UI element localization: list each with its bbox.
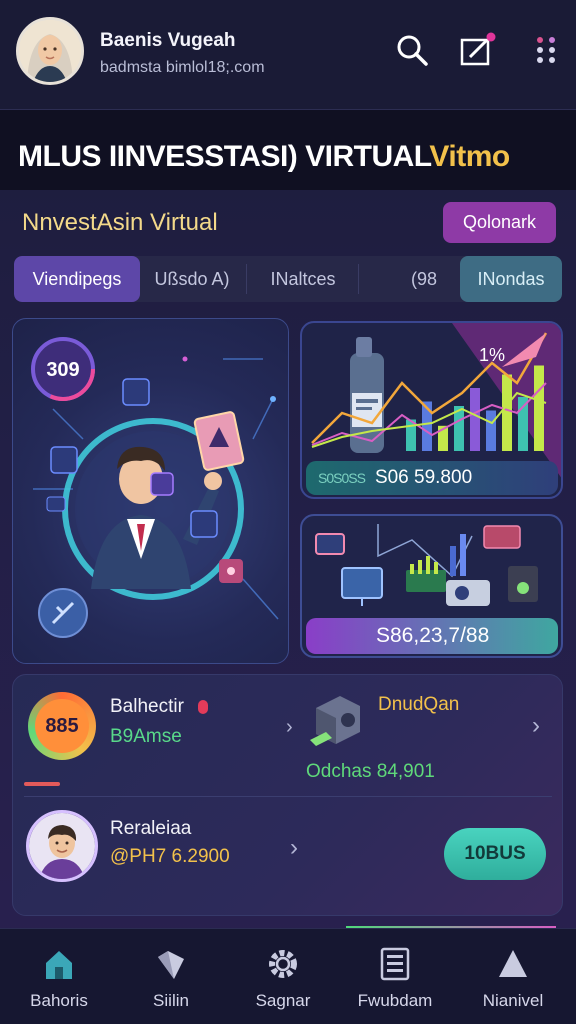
nav-label: Siilin [153,991,189,1010]
row-title: Reraleiaa [110,818,192,839]
chart-value: S06 59.800 [374,467,473,488]
user-name: Baenis Vugeah [100,30,236,51]
row-divider-line [24,782,60,786]
score-badge: 885 [28,692,96,760]
search-icon[interactable] [392,30,432,70]
chevron-left-icon[interactable]: › [286,716,293,739]
bonus-button[interactable]: 10BUS [444,828,546,880]
tab-98[interactable]: (98 [386,256,462,302]
investor-illustration: 309 [31,337,279,638]
tab-viendipegs[interactable]: Viendipegs [14,256,140,302]
chart-card[interactable]: 1% S0S0SS S06 59.800 [300,321,563,499]
nav-item-nianivel[interactable]: Nianivel [458,929,568,1024]
vault-icon [310,696,360,746]
tab-divider [246,264,247,294]
row-title: Balhectir [110,696,184,717]
banner-title-suffix: Vitmo [429,140,510,173]
list-item[interactable]: 885 Balhectir B9Amse › DnudQan Odchas 84… [24,688,554,788]
triangle-icon [494,945,532,983]
more-icon[interactable] [526,30,566,70]
banner-title: MLUS IINVESSTASI) VIRTUALVitmo [18,140,510,174]
list-item[interactable]: Reraleiaa @PH7 6.2900 › 10BUS [24,808,554,904]
device-illustration [315,524,538,606]
nav-label: Fwubdam [357,991,433,1010]
nav-item-siilin[interactable]: Siilin [116,929,226,1024]
alert-dot [198,700,208,714]
home-icon [40,945,78,983]
tab-inondas[interactable]: INondas [460,256,562,302]
row-right-title: DnudQan [378,694,460,715]
chevron-right-icon[interactable]: › [290,834,298,862]
profile-avatar[interactable] [16,17,84,85]
tab-ussdo[interactable]: Ußsdo A) [142,256,242,302]
nav-item-sagnar[interactable]: Sagnar [228,929,338,1024]
device-card[interactable]: S86,23,7/88 [300,514,563,658]
tab-bar: Viendipegs Ußsdo A) INaltces (98 INondas [14,256,562,302]
nav-label: Bahoris [30,991,88,1010]
contact-avatar [26,810,98,882]
chart-percent: 1% [479,345,505,365]
bottom-nav: Bahoris Siilin Sagnar Fwubdam Nianivel [0,928,576,1024]
gear-icon [264,945,302,983]
tab-divider [358,264,359,294]
nav-label: Sagnar [255,991,311,1010]
avatar-portrait [19,20,81,82]
chart-value-bar: S0S0SS S06 59.800 [306,461,558,495]
edit-icon[interactable] [457,30,497,70]
banner-title-main: MLUS IINVESSTASI) VIRTUAL [18,140,430,173]
hero-badge-value: 309 [46,359,79,381]
chart-value-prefix: S0S0SS [318,470,366,486]
tab-inaltces[interactable]: INaltces [248,256,358,302]
user-email: badmsta bimlol18;.com [100,59,265,76]
chart-bar [518,397,528,451]
chevron-right-icon[interactable]: › [532,712,540,740]
device-value: S86,23,7/88 [376,624,490,647]
nav-item-fwubdam[interactable]: Fwubdam [340,929,450,1024]
chart-bar [534,365,544,451]
section-title: NnvestAsin Virtual [22,209,218,236]
hero-card[interactable]: 309 [12,318,289,664]
section-action-button[interactable]: Qolonark [443,202,556,243]
app-header: Baenis Vugeah badmsta bimlol18;.com [0,0,576,110]
score-value: 885 [35,699,89,753]
nav-item-bahoris[interactable]: Bahoris [4,929,114,1024]
row-right-value: Odchas 84,901 [306,761,435,782]
chart-bar [502,374,512,451]
row-subtitle: B9Amse [110,726,182,747]
chart-bar [486,410,496,451]
diamond-icon [152,945,190,983]
chart-bar [470,388,480,451]
row-subtitle: @PH7 6.2900 [110,846,230,867]
row-separator [24,796,552,797]
list-icon [376,945,414,983]
device-value-bar: S86,23,7/88 [306,618,558,654]
nav-label: Nianivel [482,991,544,1010]
